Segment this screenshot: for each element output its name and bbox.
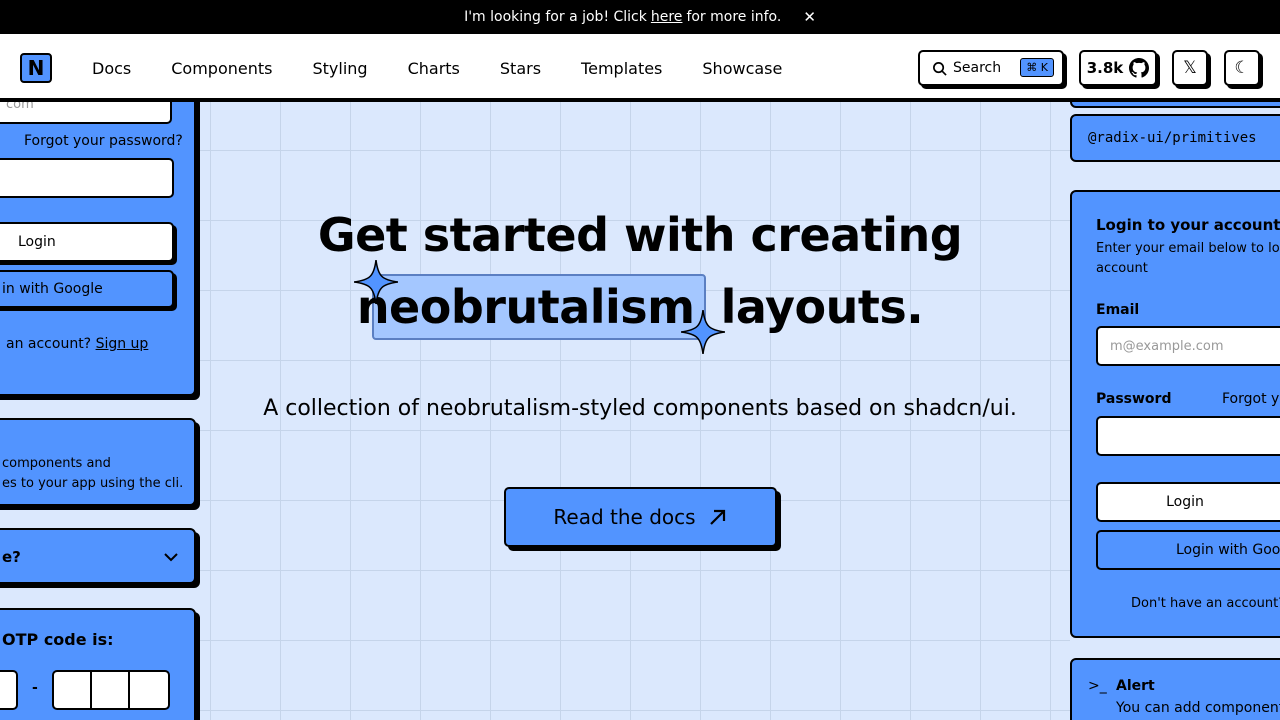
x-twitter-button[interactable]: 𝕏 [1172, 50, 1208, 86]
login-label-right: Login [1166, 494, 1204, 510]
alert-card: >_ Alert You can add components [1070, 658, 1280, 720]
login-description: Enter your email below to lo [1096, 241, 1280, 256]
login-button-right[interactable]: Login [1096, 482, 1280, 522]
github-icon [1129, 58, 1150, 78]
login-title: Login to your account [1096, 216, 1280, 234]
signup-link[interactable]: Sign up [96, 336, 149, 352]
google-login-button-right[interactable]: Login with Goog [1096, 530, 1280, 570]
package-card: @radix-ui/primitives [1070, 114, 1280, 162]
nav-link-showcase[interactable]: Showcase [702, 59, 782, 78]
arrow-up-right-icon [709, 509, 725, 525]
email-field-left[interactable]: com [0, 102, 172, 124]
alert-title: Alert [1116, 678, 1155, 694]
nav-link-docs[interactable]: Docs [92, 59, 131, 78]
search-button[interactable]: Search ⌘ K [918, 50, 1064, 86]
banner-text: I'm looking for a job! Click [464, 9, 647, 25]
nav-link-templates[interactable]: Templates [581, 59, 662, 78]
email-placeholder: m@example.com [1110, 338, 1224, 354]
theme-toggle-button[interactable]: ☾ [1224, 50, 1260, 86]
forgot-password-link-right[interactable]: Forgot yo [1222, 391, 1280, 407]
cli-card-left: components and es to your app using the … [0, 418, 196, 506]
stars-count: 3.8k [1086, 59, 1124, 77]
no-account-text-right: Don't have an account? [1131, 596, 1280, 611]
cta-label: Read the docs [553, 505, 696, 529]
google-label-right: Login with Goog [1176, 542, 1280, 558]
moon-icon: ☾ [1234, 58, 1250, 78]
password-label: Password [1096, 391, 1172, 407]
hero-highlight-word: neobrutalism [356, 280, 695, 334]
login-card-right: Login to your account Enter your email b… [1070, 190, 1280, 638]
cli-line-1: components and [2, 456, 111, 471]
read-docs-button[interactable]: Read the docs [504, 487, 777, 547]
no-account-text: an account? Sign up [6, 336, 148, 352]
github-stars-button[interactable]: 3.8k [1079, 50, 1157, 86]
otp-digit-4[interactable] [52, 670, 92, 710]
package-name: @radix-ui/primitives [1088, 130, 1257, 146]
email-label: Email [1096, 302, 1140, 318]
alert-text: You can add components [1116, 700, 1280, 716]
forgot-password-link[interactable]: Forgot your password? [24, 133, 183, 149]
nav-link-styling[interactable]: Styling [312, 59, 367, 78]
accordion-label: e? [2, 548, 21, 566]
search-shortcut: ⌘ K [1020, 58, 1054, 77]
otp-digit-6[interactable] [128, 670, 170, 710]
nav-link-components[interactable]: Components [171, 59, 272, 78]
email-input[interactable]: m@example.com [1096, 326, 1280, 366]
x-icon: 𝕏 [1183, 58, 1197, 78]
password-input[interactable] [1096, 416, 1280, 456]
top-card-right [1070, 102, 1280, 108]
search-icon [933, 61, 947, 76]
logo[interactable]: N [20, 53, 52, 83]
otp-digit-1[interactable] [0, 670, 18, 710]
otp-digit-5[interactable] [90, 670, 130, 710]
no-account-label: an account? [6, 336, 92, 352]
otp-separator: - [32, 680, 38, 696]
login-description-2: account [1096, 261, 1148, 276]
terminal-icon: >_ [1088, 678, 1107, 694]
nav-links: Docs Components Styling Charts Stars Tem… [92, 34, 782, 102]
navbar: N Docs Components Styling Charts Stars T… [0, 34, 1280, 102]
sparkle-icon [681, 310, 725, 354]
otp-card-left: OTP code is: - [0, 608, 196, 720]
nav-link-charts[interactable]: Charts [408, 59, 460, 78]
chevron-down-icon [164, 553, 178, 562]
search-label: Search [953, 60, 1002, 76]
close-icon[interactable]: ✕ [803, 8, 816, 26]
email-partial: com [6, 102, 34, 112]
sparkle-icon [354, 260, 398, 304]
right-showcase: @radix-ui/primitives Login to your accou… [1070, 102, 1280, 720]
hero-title-rest: layouts. [720, 280, 924, 334]
nav-link-stars[interactable]: Stars [500, 59, 541, 78]
announcement-banner: I'm looking for a job! Click here for mo… [0, 0, 1280, 34]
password-field-left[interactable] [0, 158, 174, 198]
banner-text-after: for more info. [686, 9, 782, 25]
cli-line-2: es to your app using the cli. [2, 476, 184, 491]
otp-label: OTP code is: [2, 630, 114, 649]
banner-link[interactable]: here [651, 9, 683, 25]
accordion-left[interactable]: e? [0, 528, 196, 584]
